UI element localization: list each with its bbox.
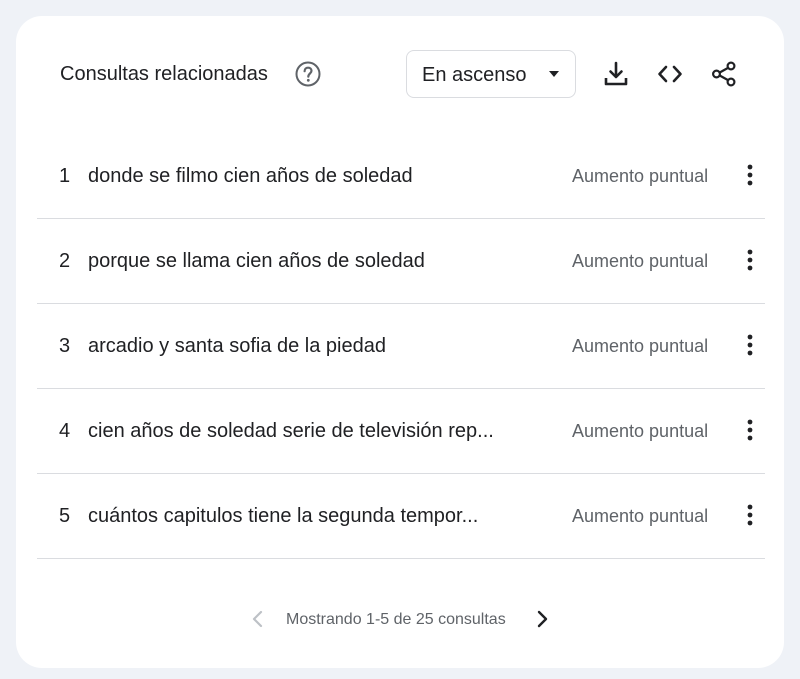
dropdown-selected-value: En ascenso (422, 64, 527, 86)
pagination: Mostrando 1-5 de 25 consultas (16, 604, 784, 634)
row-rank: 2 (59, 250, 71, 272)
row-value: Aumento puntual (572, 251, 709, 271)
row-query[interactable]: arcadio y santa sofia de la piedad (88, 334, 528, 358)
more-vert-icon[interactable] (736, 332, 764, 360)
more-vert-icon[interactable] (736, 417, 764, 445)
row-value: Aumento puntual (572, 336, 709, 356)
row-value: Aumento puntual (572, 506, 709, 526)
card-title: Consultas relacionadas (60, 63, 268, 85)
more-vert-icon[interactable] (736, 247, 764, 275)
help-circle-icon[interactable] (294, 60, 322, 88)
row-rank: 4 (59, 420, 71, 442)
code-embed-icon[interactable] (656, 60, 684, 88)
table-row[interactable]: 3 arcadio y santa sofia de la piedad Aum… (37, 304, 765, 389)
card-header: Consultas relacionadas En ascenso (16, 16, 784, 134)
row-value: Aumento puntual (572, 166, 709, 186)
related-queries-card: Consultas relacionadas En ascenso 1 dond… (16, 16, 784, 668)
row-query[interactable]: donde se filmo cien años de soledad (88, 164, 528, 188)
row-rank: 5 (59, 505, 71, 527)
more-vert-icon[interactable] (736, 502, 764, 530)
row-query[interactable]: cuántos capitulos tiene la segunda tempo… (88, 504, 528, 528)
table-row[interactable]: 2 porque se llama cien años de soledad A… (37, 219, 765, 304)
related-queries-list: 1 donde se filmo cien años de soledad Au… (37, 134, 765, 559)
caret-down-icon (549, 71, 559, 77)
row-value: Aumento puntual (572, 421, 709, 441)
row-query[interactable]: cien años de soledad serie de televisión… (88, 419, 528, 443)
chevron-left-icon[interactable] (246, 607, 270, 631)
table-row[interactable]: 1 donde se filmo cien años de soledad Au… (37, 134, 765, 219)
table-row[interactable]: 4 cien años de soledad serie de televisi… (37, 389, 765, 474)
download-icon[interactable] (602, 60, 630, 88)
pagination-status: Mostrando 1-5 de 25 consultas (286, 611, 506, 628)
row-query[interactable]: porque se llama cien años de soledad (88, 249, 528, 273)
rising-filter-dropdown[interactable]: En ascenso (406, 50, 576, 98)
share-icon[interactable] (710, 60, 738, 88)
more-vert-icon[interactable] (736, 162, 764, 190)
table-row[interactable]: 5 cuántos capitulos tiene la segunda tem… (37, 474, 765, 559)
chevron-right-icon[interactable] (530, 607, 554, 631)
row-rank: 1 (59, 165, 71, 187)
row-rank: 3 (59, 335, 71, 357)
